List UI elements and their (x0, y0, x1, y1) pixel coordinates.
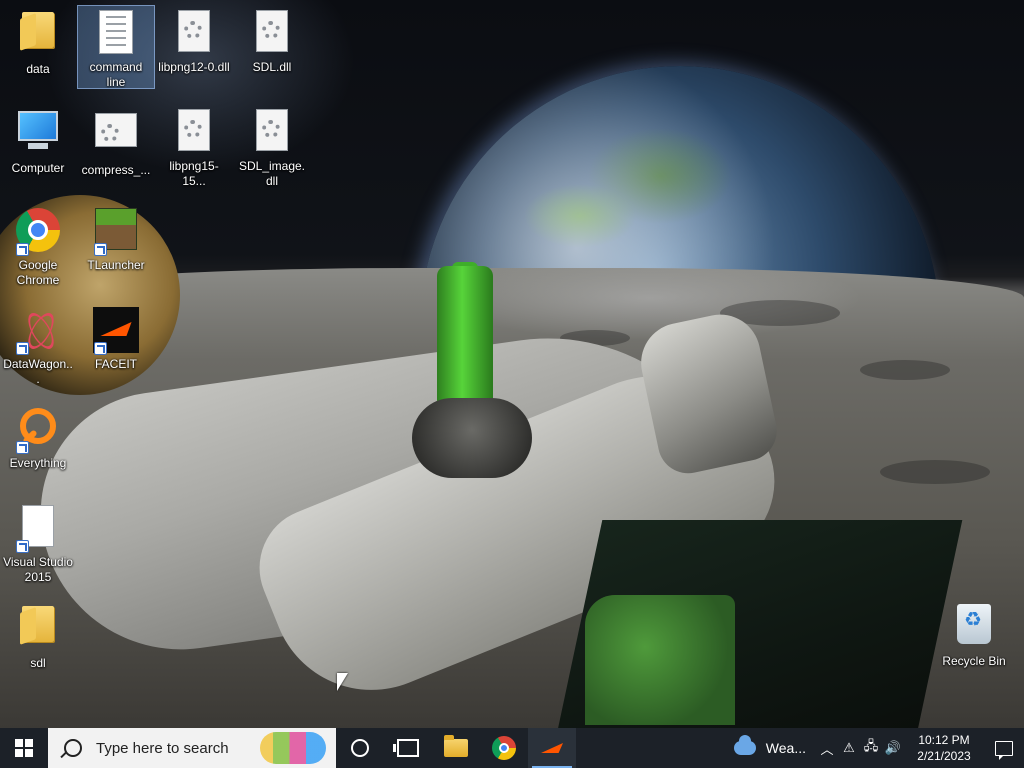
desktop-icon-label: libpng12-0.dll (158, 60, 230, 74)
desktop-icon-label: data (26, 62, 50, 76)
tlauncher-grass-block-icon (92, 208, 140, 256)
dll-file-icon (170, 10, 218, 58)
network-icon[interactable]: 🖧 (860, 728, 882, 768)
folder-icon (14, 606, 62, 654)
desktop-icon-label: Everything (9, 456, 67, 470)
desktop-icon-command-line[interactable]: command line (77, 5, 155, 89)
desktop-icon-label: TLauncher (87, 258, 145, 272)
chrome-icon (14, 208, 62, 256)
taskbar: Type here to search Wea... ︿ ⚠ 🖧 🔊 10:12… (0, 728, 1024, 768)
notification-icon (995, 740, 1013, 760)
desktop-icon-label: sdl (30, 656, 46, 670)
desktop-icon-label: SDL_image.dll (238, 159, 306, 188)
dll-file-icon (248, 10, 296, 58)
desktop-icon-google-chrome[interactable]: Google Chrome (0, 204, 76, 288)
desktop-icon-data[interactable]: data (0, 6, 76, 77)
security-status-icon[interactable]: ⚠ (838, 728, 860, 768)
mouse-pointer-icon (337, 673, 348, 691)
dll-file-icon (170, 109, 218, 157)
shortcut-arrow-icon (94, 342, 107, 355)
computer-icon (14, 111, 62, 159)
desktop-icon-label: Visual Studio 2015 (3, 555, 73, 584)
search-placeholder: Type here to search (96, 739, 229, 757)
weather-cloud-icon (733, 735, 756, 755)
cortana-circle-icon (351, 739, 369, 757)
weather-label: Wea... (765, 740, 806, 756)
weather-widget[interactable]: Wea... (730, 735, 816, 756)
desktop-icon-label: FACEIT (94, 357, 137, 371)
faceit-icon (92, 307, 140, 355)
chrome-icon (492, 736, 516, 760)
folder-icon (444, 735, 468, 757)
desktop-icon-label: command line (89, 60, 143, 89)
desktop-icon-sdl-dll[interactable]: SDL.dll (234, 6, 310, 75)
desktop-icon-label: DataWagon... (3, 357, 73, 386)
faceit-icon (541, 743, 563, 753)
folder-icon (14, 12, 62, 60)
volume-icon[interactable]: 🔊 (882, 728, 904, 768)
cortana-button[interactable] (336, 728, 384, 768)
show-hidden-icons-chevron-icon[interactable]: ︿ (816, 728, 838, 768)
wallpaper-green-bottle (437, 266, 493, 416)
desktop-icon-computer[interactable]: Computer (0, 105, 76, 176)
document-icon (92, 10, 140, 58)
datawagon-icon (14, 307, 62, 355)
desktop-icon-compress[interactable]: compress_... (78, 105, 154, 178)
search-box[interactable]: Type here to search (48, 728, 336, 768)
taskbar-google-chrome[interactable] (480, 728, 528, 768)
task-view-icon (393, 739, 419, 757)
everything-search-icon (14, 406, 62, 454)
search-icon (64, 739, 82, 757)
desktop-icon-label: Google Chrome (16, 258, 60, 287)
shortcut-arrow-icon (16, 441, 29, 454)
clock[interactable]: 10:12 PM 2/21/2023 (904, 732, 984, 764)
desktop-icon-label: libpng15-15... (169, 159, 219, 188)
shortcut-arrow-icon (94, 243, 107, 256)
taskbar-file-explorer[interactable] (432, 728, 480, 768)
desktop-icon-sdl-image-dll[interactable]: SDL_image.dll (234, 105, 310, 189)
desktop-icon-libpng15-dll[interactable]: libpng15-15... (156, 105, 232, 189)
desktop-icon-label: Computer (11, 161, 65, 175)
shortcut-arrow-icon (16, 243, 29, 256)
desktop-icon-everything[interactable]: Everything (0, 402, 76, 471)
desktop-icon-sdl[interactable]: sdl (0, 600, 76, 671)
desktop-icon-libpng12-dll[interactable]: libpng12-0.dll (156, 6, 232, 75)
dll-file-icon (92, 113, 140, 161)
shortcut-arrow-icon (16, 540, 29, 553)
clock-time: 10:12 PM (918, 733, 970, 747)
wallpaper-astronaut-glove (412, 398, 532, 478)
taskbar-faceit[interactable] (528, 728, 576, 768)
recycle-bin-icon (950, 604, 998, 652)
desktop-icon-recycle-bin[interactable]: Recycle Bin (936, 600, 1012, 669)
notifications-button[interactable] (984, 728, 1024, 768)
desktop-icon-tlauncher[interactable]: TLauncher (78, 204, 154, 273)
document-icon (14, 505, 62, 553)
windows-logo-icon (15, 739, 33, 757)
desktop-icon-datawagon[interactable]: DataWagon... (0, 303, 76, 387)
desktop-icon-label: Recycle Bin (942, 654, 1006, 668)
desktop-icon-visual-studio-2015[interactable]: Visual Studio 2015 (0, 501, 76, 585)
start-button[interactable] (0, 728, 48, 768)
search-highlight-mask-icon (260, 732, 326, 764)
dll-file-icon (248, 109, 296, 157)
clock-date: 2/21/2023 (917, 749, 971, 763)
desktop-icon-label: SDL.dll (252, 60, 292, 74)
desktop-icon-faceit[interactable]: FACEIT (78, 303, 154, 372)
task-view-button[interactable] (384, 728, 432, 768)
desktop-icon-label: compress_... (81, 163, 151, 177)
shortcut-arrow-icon (16, 342, 29, 355)
system-tray: Wea... ︿ ⚠ 🖧 🔊 10:12 PM 2/21/2023 (730, 728, 1024, 768)
